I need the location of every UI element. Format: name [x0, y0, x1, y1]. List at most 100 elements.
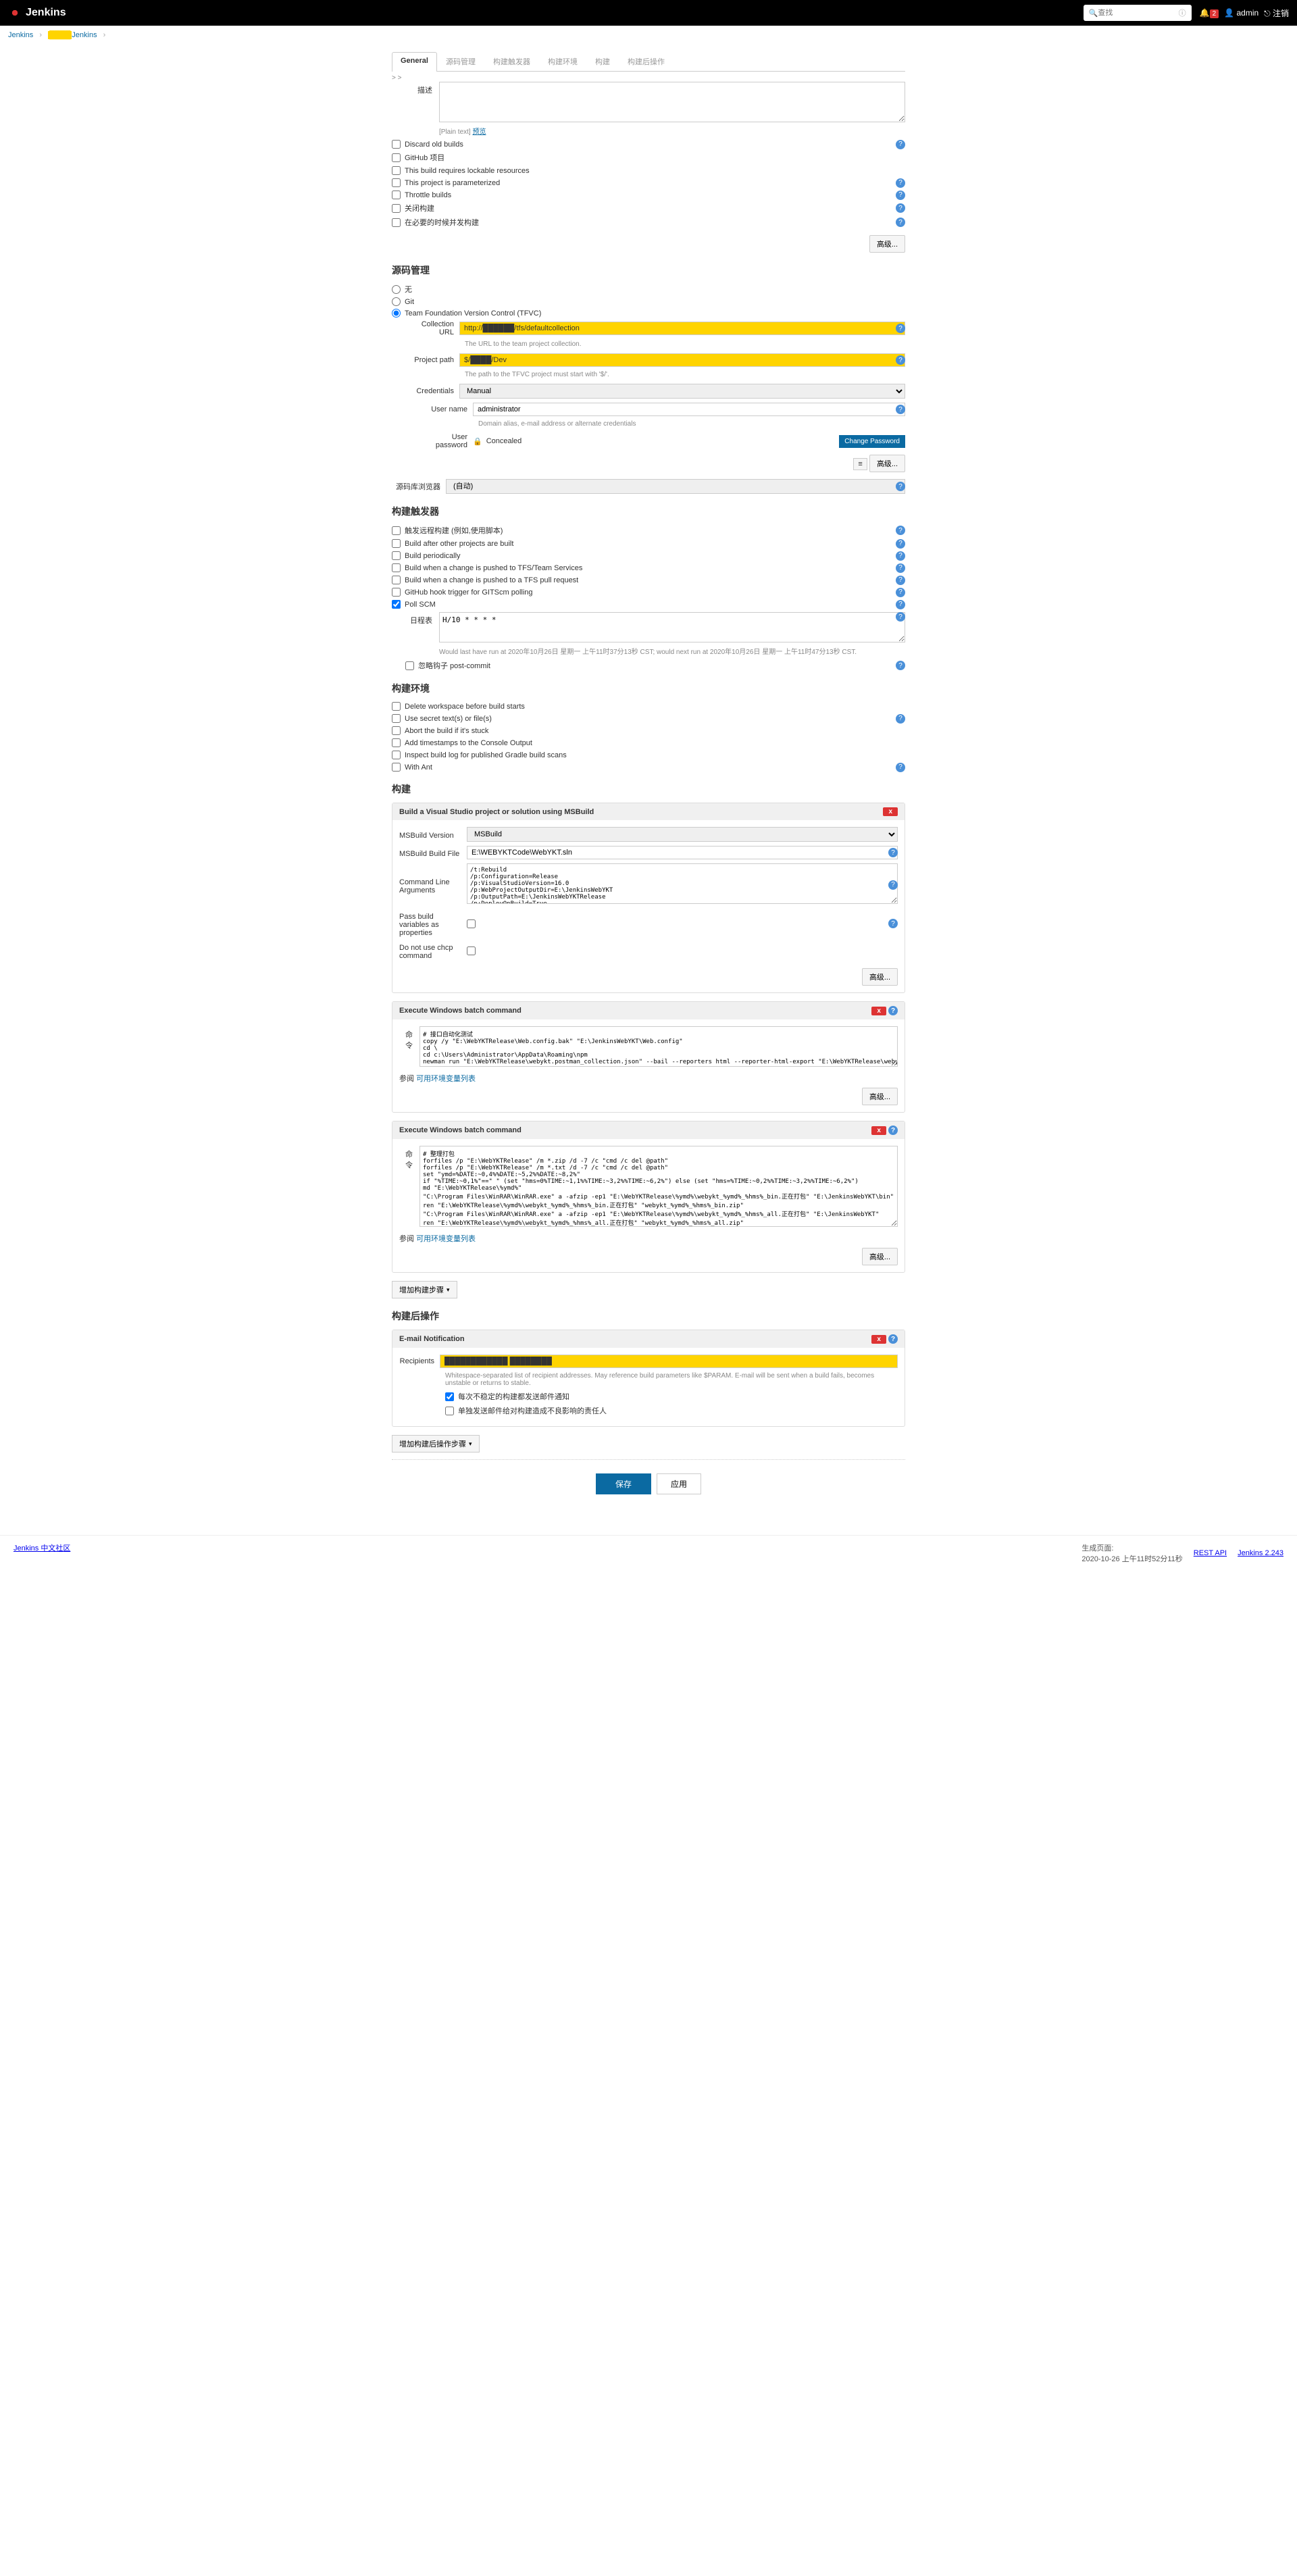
tab-scm[interactable]: 源码管理: [437, 51, 484, 71]
breadcrumb-root[interactable]: Jenkins: [8, 31, 33, 39]
user-link[interactable]: 👤 admin: [1224, 8, 1258, 18]
msbuild-advanced-button[interactable]: 高级...: [862, 968, 898, 986]
help-icon[interactable]: ?: [896, 600, 905, 609]
add-post-action-button[interactable]: 增加构建后操作步骤: [392, 1435, 480, 1453]
search-input[interactable]: [1098, 9, 1174, 17]
discard-old-builds-checkbox[interactable]: [392, 140, 401, 149]
trigger-pollscm-checkbox[interactable]: [392, 600, 401, 609]
help-icon[interactable]: ?: [888, 1126, 898, 1135]
credentials-select[interactable]: Manual: [459, 384, 905, 399]
ignore-hooks-checkbox[interactable]: [405, 661, 414, 670]
batch2-advanced-button[interactable]: 高级...: [862, 1248, 898, 1265]
concurrent-checkbox[interactable]: [392, 218, 401, 227]
scm-advanced-button[interactable]: 高级...: [869, 455, 905, 472]
github-project-checkbox[interactable]: [392, 153, 401, 162]
tab-env[interactable]: 构建环境: [539, 51, 586, 71]
search-help-icon[interactable]: ⓘ: [1179, 7, 1186, 18]
batch2-textarea[interactable]: # 整理打包 forfiles /p "E:\WebYKTRelease" /m…: [419, 1146, 898, 1227]
tab-general[interactable]: General: [392, 52, 437, 72]
gradle-checkbox[interactable]: [392, 751, 401, 759]
save-button[interactable]: 保存: [596, 1473, 651, 1494]
help-icon[interactable]: ?: [888, 880, 898, 890]
lockable-checkbox[interactable]: [392, 166, 401, 175]
help-icon[interactable]: ?: [896, 218, 905, 227]
collection-url-input[interactable]: http://██████/tfs/defaultcollection: [459, 322, 905, 335]
schedule-textarea[interactable]: H/10 * * * *: [439, 612, 905, 642]
no-chcp-checkbox[interactable]: [467, 946, 476, 955]
community-link[interactable]: Jenkins 中文社区: [14, 1544, 70, 1552]
trigger-github-checkbox[interactable]: [392, 588, 401, 597]
delete-step-button[interactable]: x: [883, 807, 898, 816]
msbuild-file-input[interactable]: [467, 846, 898, 859]
breadcrumb-project[interactable]: ████Jenkins: [48, 31, 97, 39]
secret-checkbox[interactable]: [392, 714, 401, 723]
apply-button[interactable]: 应用: [657, 1473, 701, 1494]
env-vars-link[interactable]: 可用环境变量列表: [416, 1235, 476, 1243]
throttle-checkbox[interactable]: [392, 191, 401, 199]
username-input[interactable]: [473, 403, 905, 416]
scm-none-radio[interactable]: [392, 285, 401, 294]
ant-checkbox[interactable]: [392, 763, 401, 772]
project-path-input[interactable]: $/████/Dev: [459, 353, 905, 367]
scm-tfvc-radio[interactable]: [392, 309, 401, 318]
parameterized-checkbox[interactable]: [392, 178, 401, 187]
reorder-icon[interactable]: ≡: [853, 458, 867, 470]
tab-build[interactable]: 构建: [586, 51, 619, 71]
help-icon[interactable]: ?: [896, 324, 905, 333]
help-icon[interactable]: ?: [896, 576, 905, 585]
delete-ws-checkbox[interactable]: [392, 702, 401, 711]
add-build-step-button[interactable]: 增加构建步骤: [392, 1281, 457, 1298]
preview-link[interactable]: 预览: [472, 128, 486, 136]
help-icon[interactable]: ?: [896, 482, 905, 491]
help-icon[interactable]: ?: [896, 178, 905, 188]
help-icon[interactable]: ?: [896, 661, 905, 670]
help-icon[interactable]: ?: [888, 1334, 898, 1344]
tab-post[interactable]: 构建后操作: [619, 51, 673, 71]
logo[interactable]: Jenkins: [8, 6, 66, 20]
help-icon[interactable]: ?: [896, 612, 905, 622]
help-icon[interactable]: ?: [896, 526, 905, 535]
bell-icon[interactable]: 🔔2: [1200, 8, 1219, 18]
help-icon[interactable]: ?: [888, 919, 898, 928]
msbuild-version-select[interactable]: MSBuild: [467, 827, 898, 842]
pass-vars-checkbox[interactable]: [467, 919, 476, 928]
help-icon[interactable]: ?: [896, 191, 905, 200]
delete-step-button[interactable]: x: [871, 1126, 886, 1135]
search-box[interactable]: 🔍 ⓘ: [1084, 5, 1192, 21]
batch1-textarea[interactable]: # 接口自动化测试 copy /y "E:\WebYKTRelease\Web.…: [419, 1026, 898, 1067]
cmd-args-textarea[interactable]: /t:Rebuild /p:Configuration=Release /p:V…: [467, 863, 898, 904]
trigger-after-checkbox[interactable]: [392, 539, 401, 548]
rest-api-link[interactable]: REST API: [1194, 1549, 1227, 1557]
repo-browser-select[interactable]: (自动): [446, 479, 905, 494]
help-icon[interactable]: ?: [896, 355, 905, 365]
change-password-button[interactable]: Change Password: [839, 435, 905, 448]
delete-step-button[interactable]: x: [871, 1335, 886, 1344]
abort-stuck-checkbox[interactable]: [392, 726, 401, 735]
logout-link[interactable]: ⎋ 注销: [1264, 7, 1289, 19]
timestamps-checkbox[interactable]: [392, 738, 401, 747]
help-icon[interactable]: ?: [888, 848, 898, 857]
help-icon[interactable]: ?: [896, 203, 905, 213]
env-vars-link[interactable]: 可用环境变量列表: [416, 1075, 476, 1083]
general-advanced-button[interactable]: 高级...: [869, 235, 905, 253]
tab-triggers[interactable]: 构建触发器: [484, 51, 539, 71]
description-textarea[interactable]: [439, 82, 905, 122]
recipients-input[interactable]: ████████████ ████████: [440, 1355, 898, 1368]
batch1-advanced-button[interactable]: 高级...: [862, 1088, 898, 1105]
help-icon[interactable]: ?: [896, 405, 905, 414]
help-icon[interactable]: ?: [896, 539, 905, 549]
help-icon[interactable]: ?: [896, 588, 905, 597]
individuals-checkbox[interactable]: [445, 1407, 454, 1415]
trigger-periodic-checkbox[interactable]: [392, 551, 401, 560]
help-icon[interactable]: ?: [896, 140, 905, 149]
help-icon[interactable]: ?: [896, 763, 905, 772]
trigger-tfs-push-checkbox[interactable]: [392, 563, 401, 572]
every-unstable-checkbox[interactable]: [445, 1392, 454, 1401]
version-link[interactable]: Jenkins 2.243: [1238, 1549, 1283, 1557]
help-icon[interactable]: ?: [896, 563, 905, 573]
help-icon[interactable]: ?: [896, 551, 905, 561]
close-build-checkbox[interactable]: [392, 204, 401, 213]
help-icon[interactable]: ?: [896, 714, 905, 724]
trigger-remote-checkbox[interactable]: [392, 526, 401, 535]
trigger-tfs-pr-checkbox[interactable]: [392, 576, 401, 584]
